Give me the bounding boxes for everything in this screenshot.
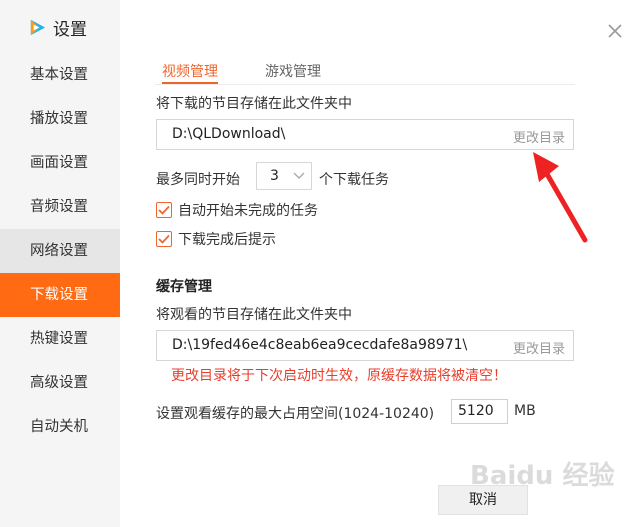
checkmark-icon [158, 234, 170, 244]
download-folder-label: 将下载的节目存储在此文件夹中 [156, 96, 352, 112]
auto-start-option: 自动开始未完成的任务 [156, 200, 318, 220]
cache-size-unit: MB [514, 403, 536, 419]
cache-warning-text: 更改目录将于下次启动时生效，原缓存数据将被清空！ [171, 368, 507, 384]
sidebar: 设置 基本设置 播放设置 画面设置 音频设置 网络设置 下载设置 热键设置 高级… [0, 0, 120, 527]
annotation-arrow-icon [533, 152, 588, 243]
cache-path-value: D:\19fed46e4c8eab6ea9cecdafe8a98971\ [172, 337, 468, 353]
auto-start-label: 自动开始未完成的任务 [178, 203, 318, 219]
sidebar-item-video[interactable]: 画面设置 [0, 141, 120, 185]
cancel-button[interactable]: 取消 [438, 485, 528, 515]
sidebar-item-label: 基本设置 [30, 67, 88, 83]
sidebar-item-label: 音频设置 [30, 199, 88, 215]
tab-video-management[interactable]: 视频管理 [162, 62, 218, 84]
download-change-dir-button[interactable]: 更改目录 [513, 127, 565, 146]
app-title: 设置 [53, 19, 87, 40]
tab-divider [155, 84, 575, 85]
cache-size-input[interactable]: 5120 [451, 399, 508, 424]
close-button[interactable] [605, 21, 625, 41]
sidebar-item-label: 下载设置 [30, 287, 88, 303]
notify-checkbox[interactable] [156, 231, 172, 247]
sidebar-item-label: 热键设置 [30, 331, 88, 347]
concurrent-tasks-select[interactable]: 3 [256, 162, 312, 190]
tab-bar: 视频管理 游戏管理 [162, 62, 368, 84]
sidebar-item-label: 播放设置 [30, 111, 88, 127]
cache-path-field[interactable]: D:\19fed46e4c8eab6ea9cecdafe8a98971\ 更改目… [156, 330, 574, 361]
cache-change-dir-button[interactable]: 更改目录 [513, 338, 565, 357]
sidebar-item-label: 画面设置 [30, 155, 88, 171]
checkmark-icon [158, 205, 170, 215]
tab-game-management[interactable]: 游戏管理 [265, 62, 321, 84]
sidebar-item-auto-shutdown[interactable]: 自动关机 [0, 405, 120, 449]
sidebar-item-basic[interactable]: 基本设置 [0, 53, 120, 97]
concurrent-tasks-value: 3 [270, 168, 279, 184]
concurrent-suffix-label: 个下载任务 [319, 172, 389, 188]
sidebar-item-download[interactable]: 下载设置 [0, 273, 120, 317]
sidebar-item-label: 网络设置 [30, 243, 88, 259]
download-path-field[interactable]: D:\QLDownload\ 更改目录 [156, 119, 574, 150]
sidebar-item-advanced[interactable]: 高级设置 [0, 361, 120, 405]
sidebar-item-audio[interactable]: 音频设置 [0, 185, 120, 229]
sidebar-nav: 基本设置 播放设置 画面设置 音频设置 网络设置 下载设置 热键设置 高级设置 … [0, 53, 120, 449]
auto-start-checkbox[interactable] [156, 202, 172, 218]
tencent-video-logo-icon [28, 18, 47, 37]
concurrent-prefix-label: 最多同时开始 [156, 172, 240, 188]
download-path-value: D:\QLDownload\ [172, 126, 286, 142]
cache-section-title: 缓存管理 [156, 279, 212, 295]
sidebar-item-label: 自动关机 [30, 419, 88, 435]
sidebar-item-label: 高级设置 [30, 375, 88, 391]
cache-size-label: 设置观看缓存的最大占用空间(1024-10240) [156, 406, 435, 422]
notify-label: 下载完成后提示 [178, 232, 276, 248]
sidebar-item-network[interactable]: 网络设置 [0, 229, 120, 273]
cache-folder-label: 将观看的节目存储在此文件夹中 [156, 307, 352, 323]
sidebar-item-hotkeys[interactable]: 热键设置 [0, 317, 120, 361]
sidebar-item-playback[interactable]: 播放设置 [0, 97, 120, 141]
app-header: 设置 [28, 15, 87, 40]
close-icon [605, 24, 625, 45]
notify-option: 下载完成后提示 [156, 229, 276, 249]
